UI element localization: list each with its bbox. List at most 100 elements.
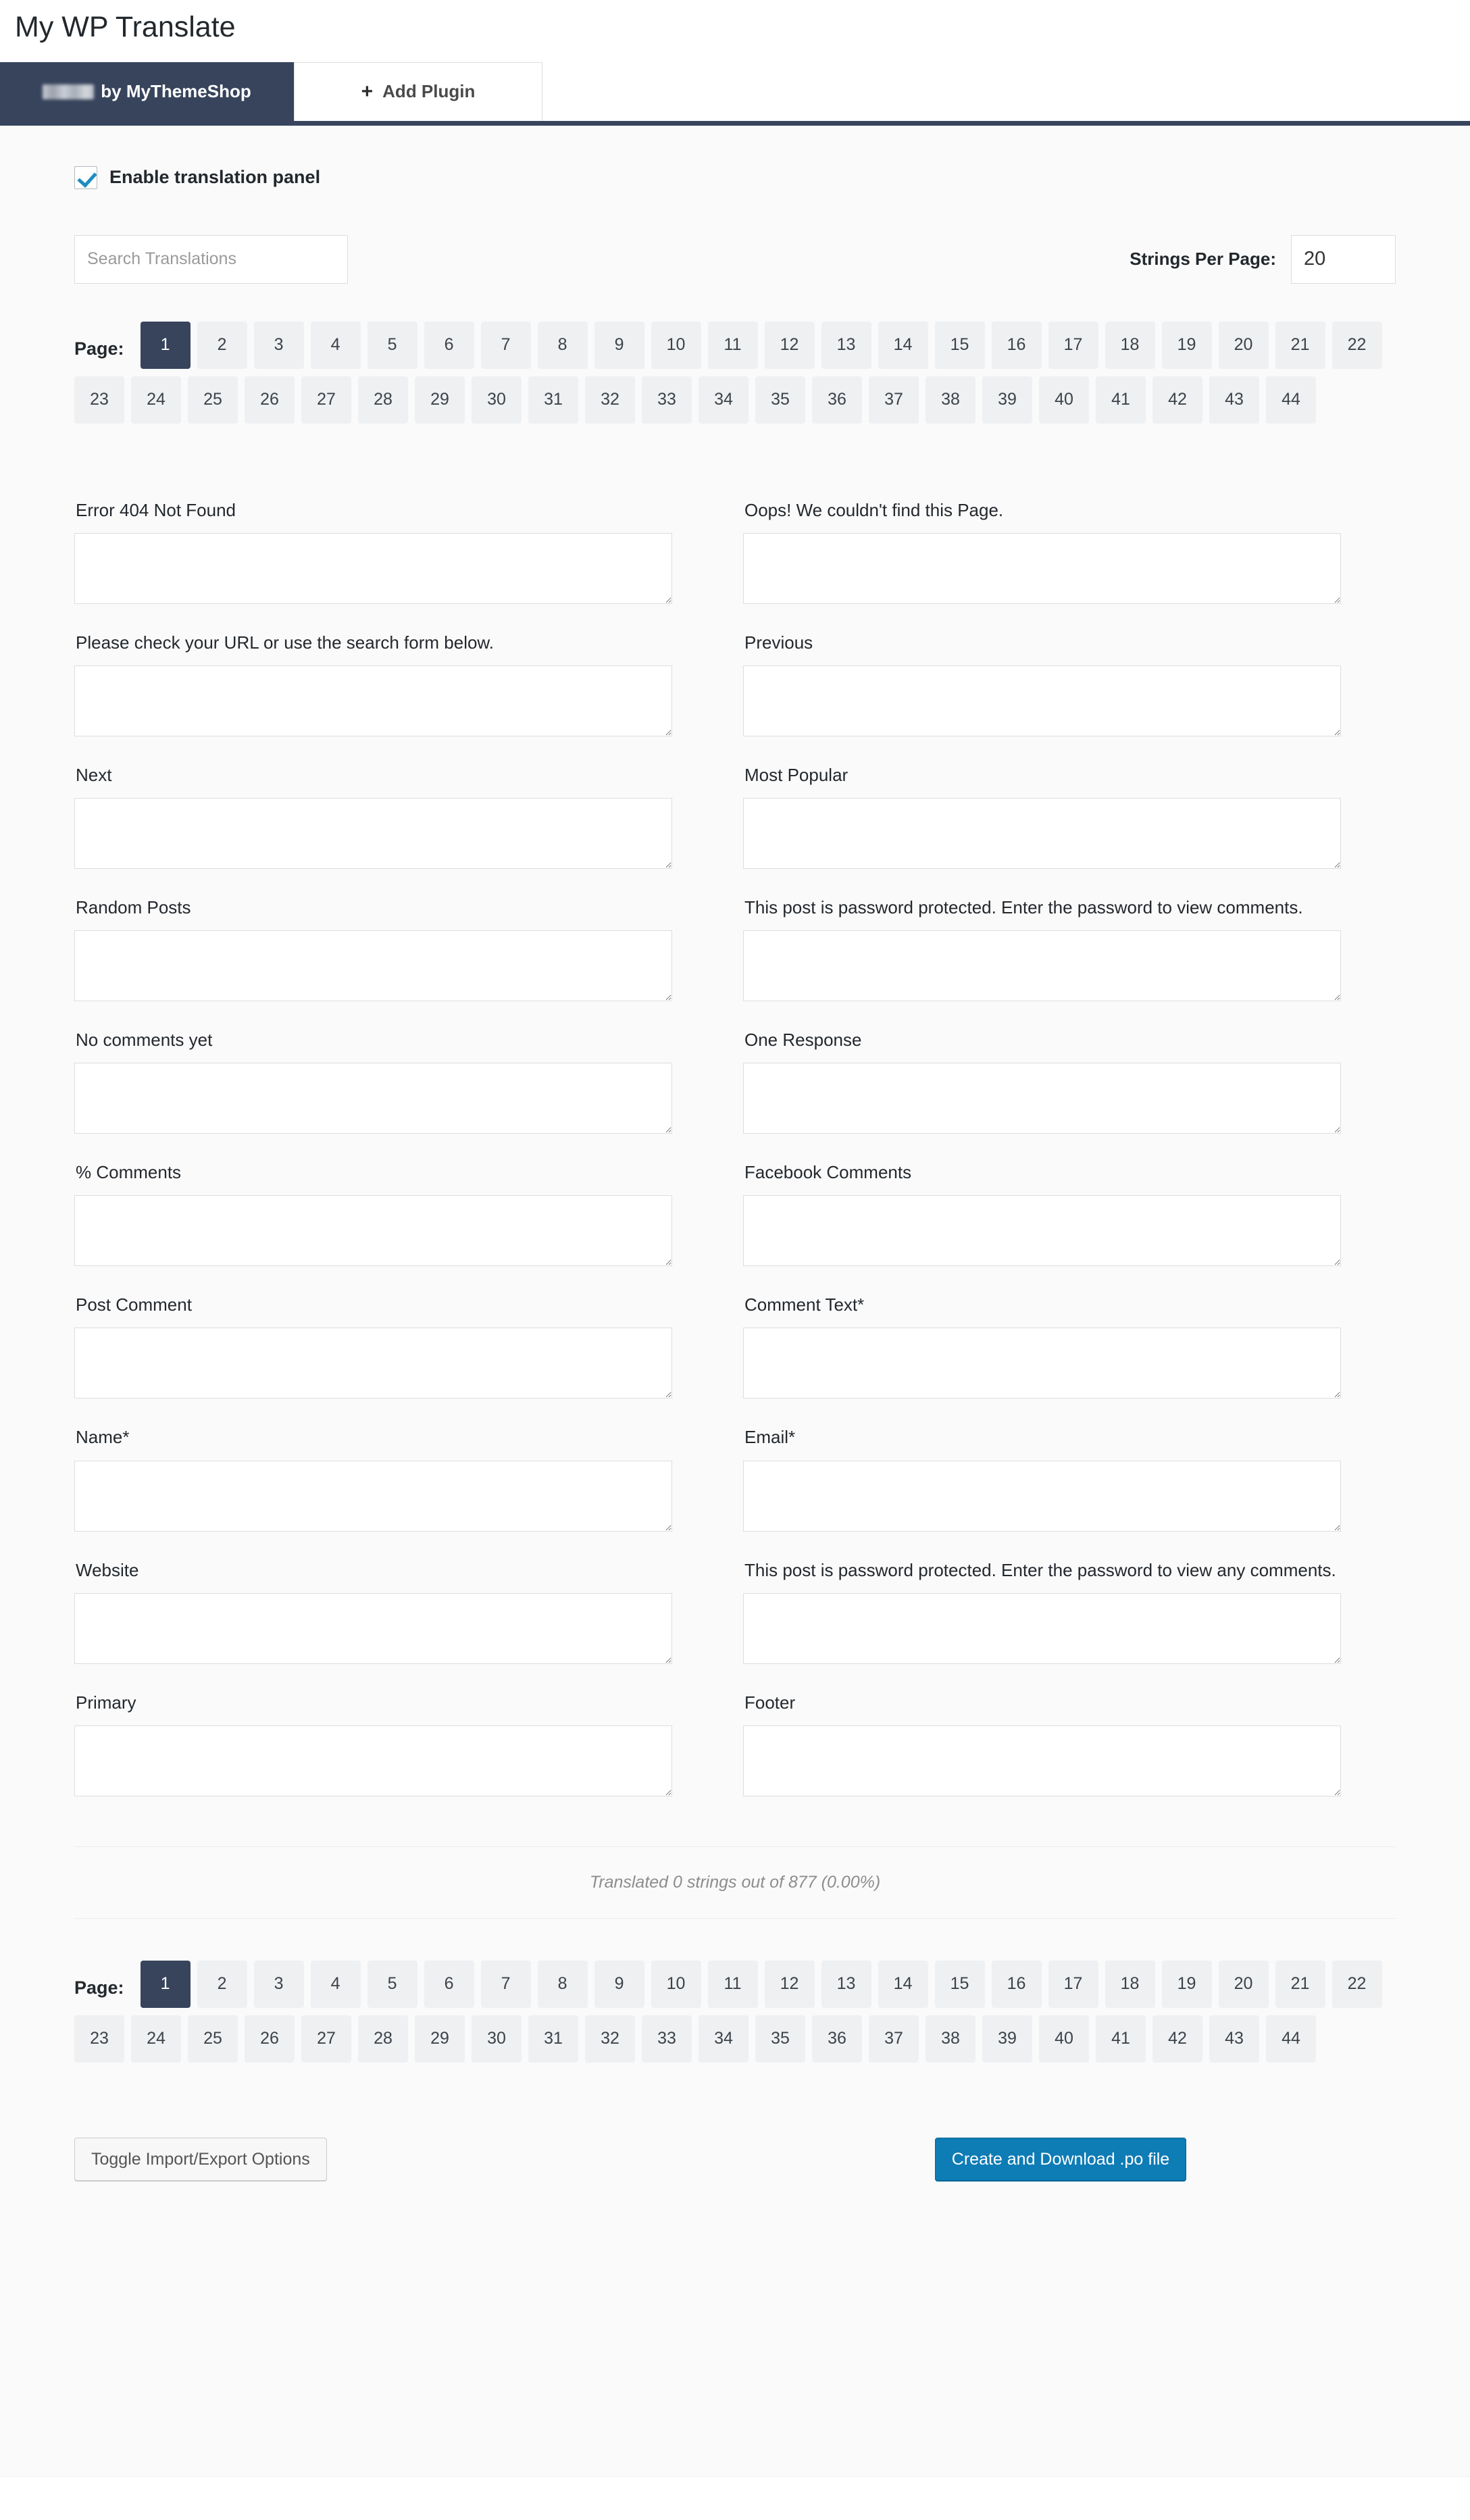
translation-textarea[interactable] xyxy=(743,1725,1341,1796)
pagination-page-21-top[interactable]: 21 xyxy=(1275,321,1325,369)
pagination-page-20-top[interactable]: 20 xyxy=(1218,321,1269,369)
pagination-page-9-bottom[interactable]: 9 xyxy=(594,1960,644,2008)
pagination-page-32-bottom[interactable]: 32 xyxy=(585,2015,635,2063)
pagination-page-40-bottom[interactable]: 40 xyxy=(1039,2015,1089,2063)
pagination-page-37-top[interactable]: 37 xyxy=(869,376,919,424)
pagination-page-20-bottom[interactable]: 20 xyxy=(1218,1960,1269,2008)
pagination-page-30-top[interactable]: 30 xyxy=(472,376,522,424)
pagination-page-36-bottom[interactable]: 36 xyxy=(812,2015,862,2063)
pagination-page-15-bottom[interactable]: 15 xyxy=(934,1960,985,2008)
pagination-page-26-bottom[interactable]: 26 xyxy=(245,2015,295,2063)
pagination-page-31-top[interactable]: 31 xyxy=(528,376,578,424)
pagination-page-8-top[interactable]: 8 xyxy=(537,321,588,369)
enable-translation-panel-label[interactable]: Enable translation panel xyxy=(109,167,320,188)
pagination-page-31-bottom[interactable]: 31 xyxy=(528,2015,578,2063)
tab-mythemeshop[interactable]: by MyThemeShop xyxy=(0,61,294,121)
pagination-page-6-bottom[interactable]: 6 xyxy=(424,1960,474,2008)
translation-textarea[interactable] xyxy=(743,798,1341,870)
pagination-page-13-bottom[interactable]: 13 xyxy=(821,1960,871,2008)
translation-textarea[interactable] xyxy=(743,1195,1341,1267)
pagination-page-12-top[interactable]: 12 xyxy=(764,321,815,369)
pagination-page-35-top[interactable]: 35 xyxy=(755,376,805,424)
pagination-page-4-bottom[interactable]: 4 xyxy=(310,1960,361,2008)
pagination-page-7-bottom[interactable]: 7 xyxy=(480,1960,531,2008)
pagination-page-40-top[interactable]: 40 xyxy=(1039,376,1089,424)
toggle-import-export-button[interactable]: Toggle Import/Export Options xyxy=(74,2137,327,2181)
pagination-page-2-top[interactable]: 2 xyxy=(197,321,247,369)
pagination-page-38-bottom[interactable]: 38 xyxy=(926,2015,975,2063)
translation-textarea[interactable] xyxy=(74,1725,672,1796)
pagination-page-38-top[interactable]: 38 xyxy=(926,376,975,424)
pagination-page-16-top[interactable]: 16 xyxy=(991,321,1042,369)
translation-textarea[interactable] xyxy=(74,1195,672,1267)
translation-textarea[interactable] xyxy=(74,930,672,1002)
translation-textarea[interactable] xyxy=(743,930,1341,1002)
pagination-page-9-top[interactable]: 9 xyxy=(594,321,644,369)
pagination-page-44-top[interactable]: 44 xyxy=(1266,376,1316,424)
pagination-page-15-top[interactable]: 15 xyxy=(934,321,985,369)
pagination-page-3-bottom[interactable]: 3 xyxy=(253,1960,304,2008)
pagination-page-35-bottom[interactable]: 35 xyxy=(755,2015,805,2063)
pagination-page-12-bottom[interactable]: 12 xyxy=(764,1960,815,2008)
pagination-page-33-top[interactable]: 33 xyxy=(642,376,692,424)
pagination-page-25-top[interactable]: 25 xyxy=(188,376,238,424)
pagination-page-29-bottom[interactable]: 29 xyxy=(415,2015,465,2063)
pagination-page-19-bottom[interactable]: 19 xyxy=(1161,1960,1212,2008)
pagination-page-1-top[interactable]: 1 xyxy=(140,321,191,369)
pagination-page-37-bottom[interactable]: 37 xyxy=(869,2015,919,2063)
pagination-page-3-top[interactable]: 3 xyxy=(253,321,304,369)
translation-textarea[interactable] xyxy=(743,532,1341,604)
pagination-page-29-top[interactable]: 29 xyxy=(415,376,465,424)
pagination-page-43-top[interactable]: 43 xyxy=(1209,376,1259,424)
pagination-page-5-bottom[interactable]: 5 xyxy=(367,1960,417,2008)
pagination-page-30-bottom[interactable]: 30 xyxy=(472,2015,522,2063)
pagination-page-23-top[interactable]: 23 xyxy=(74,376,124,424)
pagination-page-34-top[interactable]: 34 xyxy=(699,376,749,424)
pagination-page-41-bottom[interactable]: 41 xyxy=(1096,2015,1146,2063)
pagination-page-17-top[interactable]: 17 xyxy=(1048,321,1098,369)
translation-textarea[interactable] xyxy=(74,1063,672,1134)
pagination-page-13-top[interactable]: 13 xyxy=(821,321,871,369)
pagination-page-18-top[interactable]: 18 xyxy=(1105,321,1155,369)
pagination-page-14-top[interactable]: 14 xyxy=(878,321,928,369)
translation-textarea[interactable] xyxy=(74,1328,672,1399)
pagination-page-2-bottom[interactable]: 2 xyxy=(197,1960,247,2008)
pagination-page-42-top[interactable]: 42 xyxy=(1152,376,1202,424)
tab-add-plugin[interactable]: + Add Plugin xyxy=(294,61,542,121)
pagination-page-19-top[interactable]: 19 xyxy=(1161,321,1212,369)
pagination-page-22-bottom[interactable]: 22 xyxy=(1332,1960,1382,2008)
pagination-page-27-bottom[interactable]: 27 xyxy=(301,2015,351,2063)
pagination-page-39-top[interactable]: 39 xyxy=(982,376,1032,424)
pagination-page-26-top[interactable]: 26 xyxy=(245,376,295,424)
translation-textarea[interactable] xyxy=(74,1460,672,1532)
pagination-page-34-bottom[interactable]: 34 xyxy=(699,2015,749,2063)
pagination-page-4-top[interactable]: 4 xyxy=(310,321,361,369)
translation-textarea[interactable] xyxy=(743,1460,1341,1532)
pagination-page-14-bottom[interactable]: 14 xyxy=(878,1960,928,2008)
search-input[interactable] xyxy=(74,234,348,284)
translation-textarea[interactable] xyxy=(743,665,1341,736)
pagination-page-5-top[interactable]: 5 xyxy=(367,321,417,369)
pagination-page-39-bottom[interactable]: 39 xyxy=(982,2015,1032,2063)
pagination-page-22-top[interactable]: 22 xyxy=(1332,321,1382,369)
pagination-page-42-bottom[interactable]: 42 xyxy=(1152,2015,1202,2063)
pagination-page-6-top[interactable]: 6 xyxy=(424,321,474,369)
pagination-page-18-bottom[interactable]: 18 xyxy=(1105,1960,1155,2008)
pagination-page-25-bottom[interactable]: 25 xyxy=(188,2015,238,2063)
pagination-page-43-bottom[interactable]: 43 xyxy=(1209,2015,1259,2063)
pagination-page-28-top[interactable]: 28 xyxy=(358,376,408,424)
pagination-page-21-bottom[interactable]: 21 xyxy=(1275,1960,1325,2008)
pagination-page-44-bottom[interactable]: 44 xyxy=(1266,2015,1316,2063)
pagination-page-17-bottom[interactable]: 17 xyxy=(1048,1960,1098,2008)
translation-textarea[interactable] xyxy=(74,665,672,736)
translation-textarea[interactable] xyxy=(743,1592,1341,1664)
enable-translation-panel-checkbox[interactable] xyxy=(74,166,97,189)
pagination-page-11-bottom[interactable]: 11 xyxy=(707,1960,758,2008)
pagination-page-1-bottom[interactable]: 1 xyxy=(140,1960,191,2008)
translation-textarea[interactable] xyxy=(743,1328,1341,1399)
pagination-page-8-bottom[interactable]: 8 xyxy=(537,1960,588,2008)
pagination-page-24-top[interactable]: 24 xyxy=(131,376,181,424)
pagination-page-32-top[interactable]: 32 xyxy=(585,376,635,424)
translation-textarea[interactable] xyxy=(743,1063,1341,1134)
translation-textarea[interactable] xyxy=(74,1592,672,1664)
